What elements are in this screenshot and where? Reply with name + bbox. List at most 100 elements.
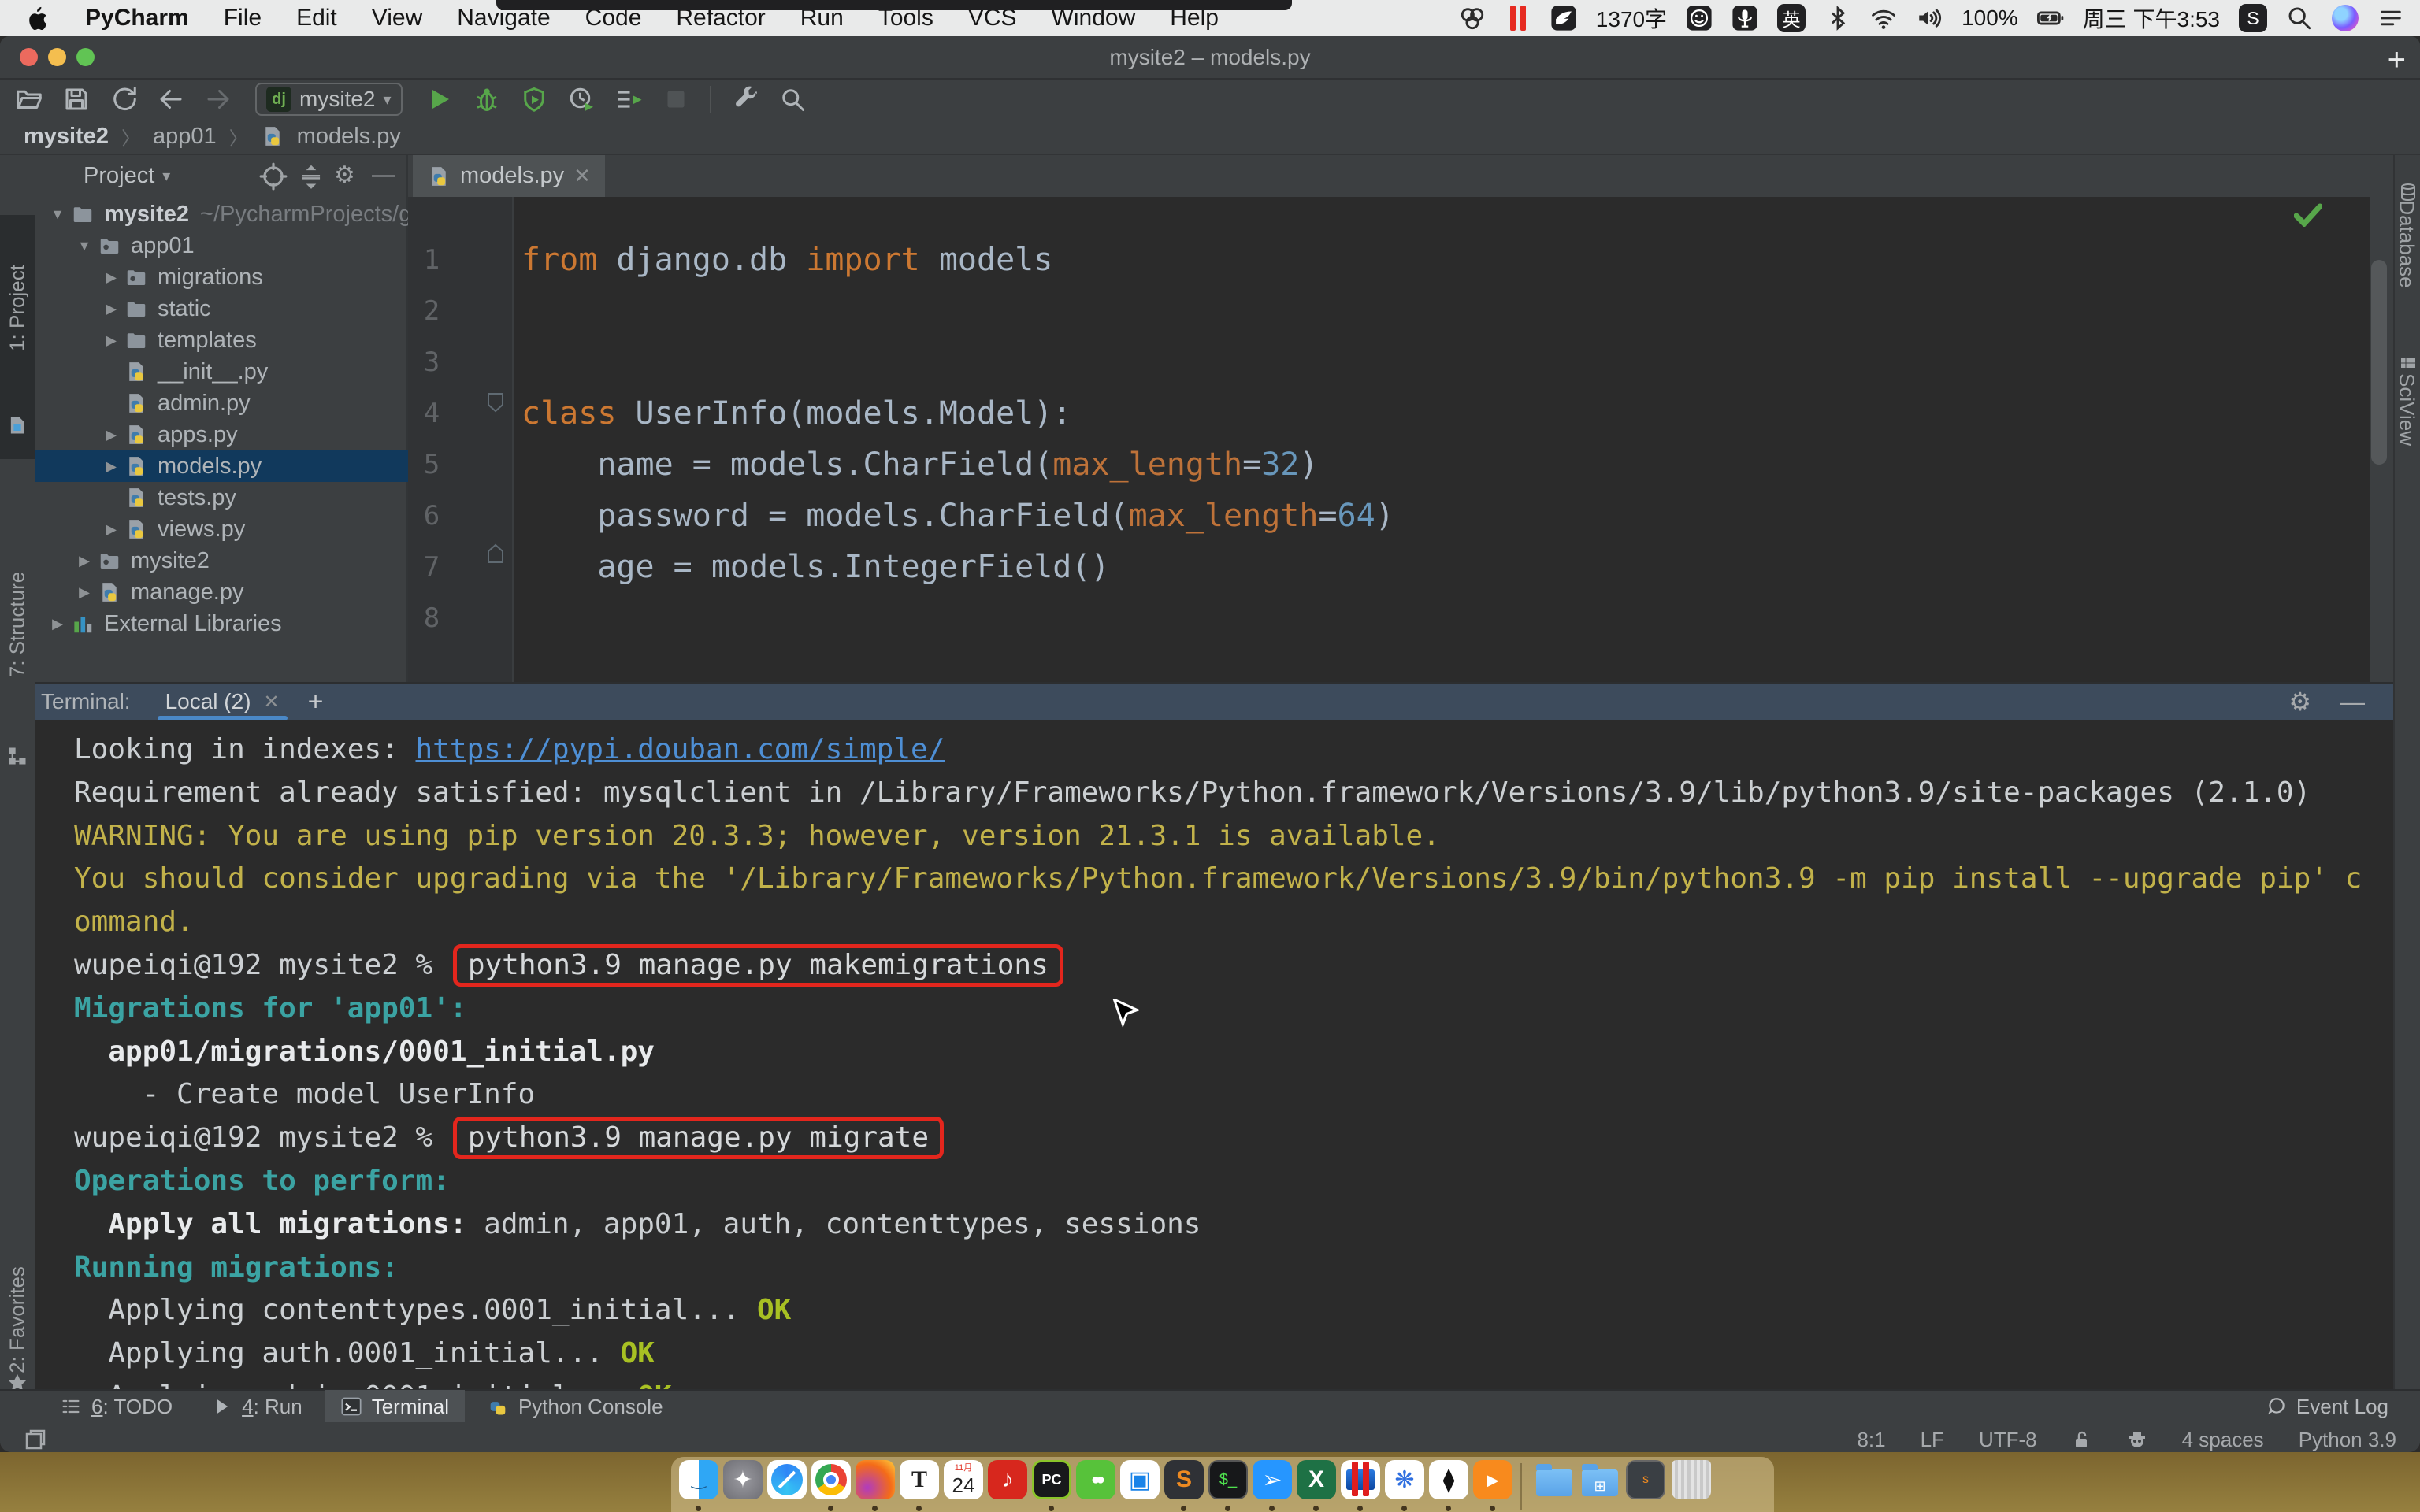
stop-button[interactable] <box>658 82 694 117</box>
status-badge-S[interactable]: S <box>2239 4 2267 32</box>
tree-collapsed-arrow-icon[interactable]: ▶ <box>99 458 123 475</box>
unlock-icon[interactable] <box>2072 1429 2092 1450</box>
wifi-icon[interactable] <box>1870 5 1897 32</box>
back-button[interactable] <box>153 82 189 117</box>
code-editor[interactable]: 12345678 from django.db import modelscla… <box>408 197 2370 682</box>
tree-row-mysite2[interactable]: ▶mysite2 <box>35 545 408 576</box>
editor-scrollbar[interactable] <box>2371 260 2387 465</box>
tree-row-models-py[interactable]: ▶models.py <box>35 450 408 482</box>
debug-button[interactable] <box>469 82 505 117</box>
toolwindow-button-terminal[interactable]: Terminal <box>325 1390 465 1423</box>
siri-icon[interactable] <box>2332 5 2359 32</box>
menu-item-file[interactable]: File <box>224 5 262 32</box>
stripe-tab-sciview[interactable]: SciView <box>2395 373 2419 446</box>
coverage-button[interactable] <box>516 82 552 117</box>
dingtalk-badge-icon[interactable] <box>1550 5 1577 32</box>
profiler-button[interactable] <box>563 82 599 117</box>
new-file-plus-icon[interactable]: + <box>2388 43 2406 78</box>
rings-icon[interactable] <box>1459 5 1486 32</box>
menu-item-view[interactable]: View <box>372 5 422 32</box>
dock-icon-launchpad[interactable]: ✦ <box>723 1460 763 1499</box>
terminal-tab-local[interactable]: Local (2) ✕ <box>158 683 288 721</box>
structure-icon[interactable] <box>6 745 28 767</box>
emoji-badge-icon[interactable] <box>1686 5 1713 32</box>
stripe-tab-project[interactable]: 1: Project <box>6 265 30 351</box>
tree-collapsed-arrow-icon[interactable]: ▶ <box>72 584 96 601</box>
tree-collapsed-arrow-icon[interactable]: ▶ <box>72 553 96 569</box>
editor-tab-models-py[interactable]: models.py ✕ <box>413 155 605 197</box>
dock-icon-wechat[interactable]: ●● <box>1076 1460 1115 1499</box>
terminal-settings-gear-icon[interactable]: ⚙ <box>2288 687 2311 717</box>
dock-icon-folder-windows[interactable]: ⊞ <box>1580 1460 1620 1499</box>
dock-icon-dingtalk[interactable]: ➢ <box>1253 1460 1292 1499</box>
database-icon[interactable] <box>2399 183 2418 202</box>
dock-icon-screenshot-window[interactable]: s <box>1626 1460 1665 1499</box>
tree-row-static[interactable]: ▶static <box>35 293 408 324</box>
event-log-button[interactable]: Event Log <box>2266 1395 2420 1419</box>
tree-row-tests-py[interactable]: tests.py <box>35 482 408 513</box>
run-button[interactable] <box>421 82 458 117</box>
status-badge-英[interactable]: 英 <box>1777 4 1806 32</box>
dock-icon-boss[interactable]: ⧫ <box>1429 1460 1468 1499</box>
toolwindow-button--run[interactable]: 4: Run <box>195 1390 318 1423</box>
tree-row-mysite2[interactable]: ▼mysite2~/PycharmProjects/gx <box>35 198 408 230</box>
locate-file-button[interactable] <box>258 161 288 191</box>
tool-window-switcher-icon[interactable] <box>24 1428 47 1451</box>
tree-row-templates[interactable]: ▶templates <box>35 324 408 356</box>
breadcrumb-item-models.py[interactable]: models.py <box>297 124 401 150</box>
menu-item-edit[interactable]: Edit <box>296 5 337 32</box>
dock-icon-pycharm[interactable]: PC <box>1032 1460 1071 1499</box>
tree-row-migrations[interactable]: ▶migrations <box>35 261 408 293</box>
status-text[interactable]: 周三 下午3:53 <box>2083 2 2220 34</box>
close-tab-icon[interactable]: ✕ <box>573 164 591 188</box>
dock-icon-parallels[interactable] <box>1341 1460 1380 1499</box>
stripe-tab-database[interactable]: Database <box>2395 200 2419 287</box>
dock-icon-excel[interactable]: X <box>1297 1460 1336 1499</box>
project-panel-title[interactable]: Project <box>84 163 154 189</box>
stripe-tab-structure[interactable]: 7: Structure <box>6 572 30 677</box>
dock-icon-keynote[interactable]: ▣ <box>1120 1460 1160 1499</box>
window-title-bar[interactable]: mysite2 – models.py + <box>0 36 2420 80</box>
tree-row-apps-py[interactable]: ▶apps.py <box>35 419 408 450</box>
dock-icon-xigua[interactable]: ▶ <box>1473 1460 1512 1499</box>
terminal-link[interactable]: https://pypi.douban.com/simple/ <box>415 733 945 765</box>
inspections-ok-check-icon[interactable] <box>2294 203 2322 227</box>
menu-item-pycharm[interactable]: PyCharm <box>85 5 189 32</box>
tree-row--init-py[interactable]: __init__.py <box>35 356 408 387</box>
dock-icon-netease[interactable]: ♪ <box>988 1460 1027 1499</box>
new-terminal-session-button[interactable]: + <box>308 687 324 717</box>
hide-terminal-button[interactable]: — <box>2340 687 2365 717</box>
chevron-down-icon[interactable]: ▾ <box>162 166 170 186</box>
hide-panel-button[interactable]: — <box>372 161 402 191</box>
tree-row-app01[interactable]: ▼app01 <box>35 230 408 261</box>
tree-expanded-arrow-icon[interactable]: ▼ <box>72 238 96 254</box>
caret-position[interactable]: 8:1 <box>1857 1428 1885 1452</box>
wrench-button[interactable] <box>727 82 763 117</box>
tree-collapsed-arrow-icon[interactable]: ▶ <box>46 616 69 632</box>
tree-row-manage-py[interactable]: ▶manage.py <box>35 576 408 608</box>
toolwindow-button--todo[interactable]: 6: TODO <box>44 1390 188 1423</box>
dock-icon-calendar[interactable]: 11月24 <box>944 1460 983 1499</box>
tree-row-admin-py[interactable]: admin.py <box>35 387 408 419</box>
open-folder-button[interactable] <box>11 82 47 117</box>
forward-button[interactable] <box>200 82 236 117</box>
gutter-fold-marker[interactable] <box>487 392 504 413</box>
dock-icon-finder[interactable]: ‿ <box>679 1460 718 1499</box>
panel-settings-gear-icon[interactable]: ⚙ <box>334 161 364 191</box>
python-interpreter[interactable]: Python 3.9 <box>2299 1428 2396 1452</box>
terminal-output[interactable]: Looking in indexes: https://pypi.douban.… <box>35 720 2393 1430</box>
record-pause-icon[interactable] <box>1505 5 1531 32</box>
tree-collapsed-arrow-icon[interactable]: ▶ <box>99 269 123 286</box>
mic-badge-icon[interactable] <box>1731 5 1758 32</box>
sync-button[interactable] <box>106 82 142 117</box>
gutter-fold-marker[interactable] <box>487 543 504 564</box>
battery-icon[interactable] <box>2037 5 2064 32</box>
tree-row-views-py[interactable]: ▶views.py <box>35 513 408 545</box>
sciview-icon[interactable] <box>2399 356 2418 375</box>
apple-icon[interactable] <box>24 5 50 32</box>
dock-icon-sunflower[interactable]: ❋ <box>1385 1460 1424 1499</box>
toolwindow-button-python-console[interactable]: Python Console <box>471 1390 679 1423</box>
dock-icon-iterm[interactable]: $_ <box>1208 1460 1248 1499</box>
status-text[interactable]: 100% <box>1962 6 2018 31</box>
find-button[interactable] <box>774 82 811 117</box>
